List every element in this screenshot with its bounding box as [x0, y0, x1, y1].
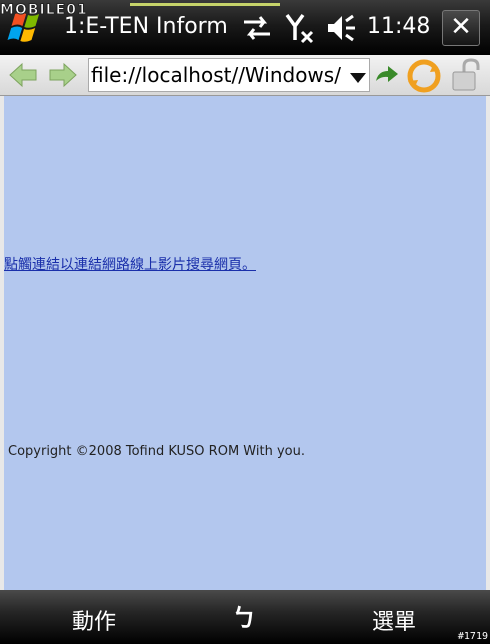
content-border-right	[486, 96, 490, 590]
sync-arrows-icon[interactable]	[240, 12, 274, 44]
watermark-logo: MOBILE01	[0, 2, 88, 19]
chevron-down-icon[interactable]	[349, 69, 367, 88]
close-button[interactable]: ✕	[442, 10, 480, 46]
menu-softkey[interactable]: 選單	[372, 604, 416, 636]
watermark-stripe	[130, 3, 280, 6]
softkey-bar: 動作 ㄅ 選單 #1719	[0, 590, 490, 644]
go-arrow-icon[interactable]	[374, 63, 400, 89]
image-counter: #1719	[457, 631, 488, 642]
address-field[interactable]: file://localhost//Windows/	[88, 58, 370, 92]
no-signal-icon[interactable]	[284, 12, 318, 46]
input-method-icon[interactable]: ㄅ	[232, 598, 256, 633]
actions-softkey[interactable]: 動作	[72, 604, 116, 636]
online-video-search-link[interactable]: 點觸連結以連結網路線上影片搜尋網頁。	[4, 254, 256, 274]
clock[interactable]: 11:48	[367, 14, 430, 39]
back-arrow-icon[interactable]	[8, 61, 38, 89]
lock-icon[interactable]	[450, 57, 484, 97]
speaker-icon[interactable]	[326, 13, 360, 43]
address-toolbar: file://localhost//Windows/	[0, 55, 490, 96]
url-text: file://localhost//Windows/	[91, 63, 341, 87]
web-content: 點觸連結以連結網路線上影片搜尋網頁。 Copyright ©2008 Tofin…	[4, 96, 486, 590]
copyright-text: Copyright ©2008 Tofind KUSO ROM With you…	[8, 444, 305, 459]
refresh-icon[interactable]	[404, 59, 444, 97]
forward-arrow-icon[interactable]	[48, 61, 78, 89]
